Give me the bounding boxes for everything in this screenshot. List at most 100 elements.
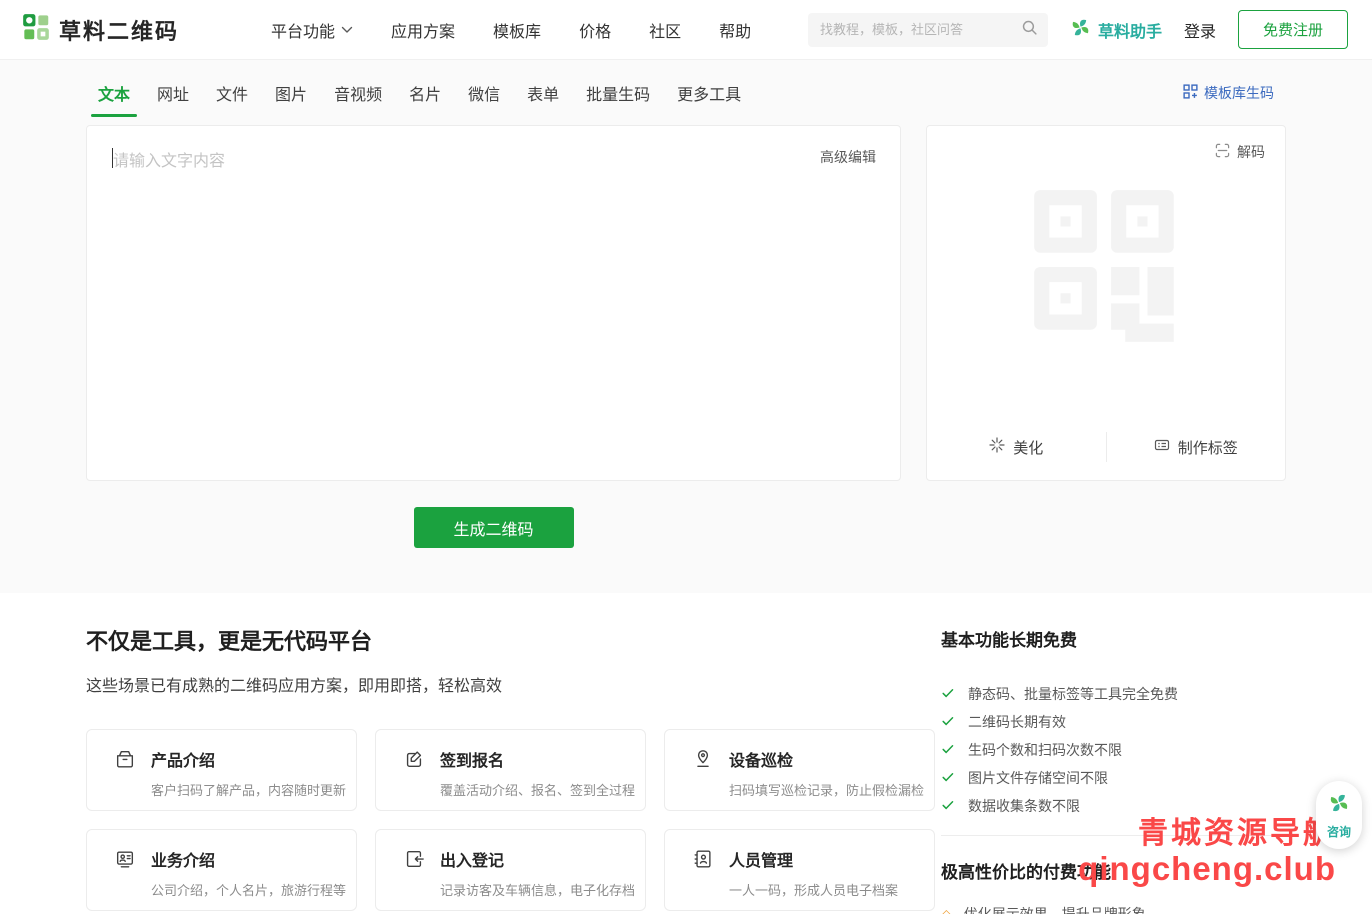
- pinwheel-icon: [1070, 17, 1091, 43]
- main-nav: 平台功能 应用方案 模板库 价格 社区 帮助: [271, 18, 751, 42]
- tab-url[interactable]: 网址: [157, 71, 189, 115]
- consult-widget[interactable]: 咨询: [1316, 781, 1362, 849]
- brand-name: 草料二维码: [59, 14, 179, 46]
- tab-batch[interactable]: 批量生码: [586, 71, 650, 115]
- side-divider: [941, 835, 1286, 836]
- scene-title: 签到报名: [440, 747, 635, 771]
- qr-placeholder: [927, 126, 1285, 414]
- assistant-label: 草料助手: [1098, 18, 1162, 42]
- generator-section: 文本 网址 文件 图片 音视频 名片 微信 表单 批量生码 更多工具 模板库生码: [0, 60, 1372, 593]
- search-box[interactable]: [808, 13, 1048, 47]
- beautify-label: 美化: [1013, 437, 1043, 458]
- label-icon: [1154, 437, 1170, 457]
- nav-template-library[interactable]: 模板库: [493, 18, 541, 42]
- scene-card-signup[interactable]: 签到报名 覆盖活动介绍、报名、签到全过程: [375, 729, 646, 811]
- scene-title: 产品介绍: [151, 747, 346, 771]
- tab-image[interactable]: 图片: [275, 71, 307, 115]
- scene-title: 出入登记: [440, 847, 635, 871]
- scene-desc: 一人一码，形成人员电子档案: [729, 880, 898, 899]
- nav-label: 平台功能: [271, 18, 335, 42]
- free-feature-item: 生码个数和扫码次数不限: [941, 736, 1286, 764]
- free-feature-text: 生码个数和扫码次数不限: [968, 740, 1122, 760]
- diamond-icon: ◇: [941, 907, 952, 914]
- tab-wechat[interactable]: 微信: [468, 71, 500, 115]
- page: 草料二维码 平台功能 应用方案 模板库 价格 社区 帮助: [0, 0, 1372, 914]
- scene-title: 人员管理: [729, 847, 898, 871]
- make-label-label: 制作标签: [1178, 437, 1238, 458]
- decode-label: 解码: [1237, 142, 1265, 162]
- tab-form[interactable]: 表单: [527, 71, 559, 115]
- register-button[interactable]: 免费注册: [1238, 10, 1348, 49]
- text-input-card: 高级编辑: [86, 125, 901, 481]
- beautify-icon: [989, 437, 1005, 457]
- paid-feature-item: ◇ 优化展示效果，提升品牌形象: [941, 904, 1286, 914]
- content-textarea[interactable]: [87, 126, 900, 480]
- scene-card-inspection[interactable]: 设备巡检 扫码填写巡检记录，防止假检漏检: [664, 729, 935, 811]
- template-generate-label: 模板库生码: [1204, 83, 1274, 103]
- personnel-icon: [692, 848, 714, 870]
- scene-cards: 产品介绍 客户扫码了解产品，内容随时更新 签到报名: [86, 729, 901, 911]
- free-feature-text: 二维码长期有效: [968, 712, 1066, 732]
- tab-file[interactable]: 文件: [216, 71, 248, 115]
- search-icon[interactable]: [1021, 19, 1038, 41]
- nav-pricing[interactable]: 价格: [579, 18, 611, 42]
- paid-features-title: 极高性价比的付费功能: [941, 861, 1286, 885]
- header-right: 草料助手 登录 免费注册: [808, 10, 1348, 49]
- scene-desc: 扫码填写巡检记录，防止假检漏检: [729, 780, 924, 799]
- scene-desc: 公司介绍，个人名片，旅游行程等: [151, 880, 346, 899]
- check-icon: [941, 714, 955, 731]
- inspection-icon: [692, 748, 714, 770]
- assistant-link[interactable]: 草料助手: [1070, 17, 1162, 43]
- template-generate-link[interactable]: 模板库生码: [1183, 83, 1274, 103]
- scene-card-business[interactable]: 业务介绍 公司介绍，个人名片，旅游行程等: [86, 829, 357, 911]
- scene-desc: 覆盖活动介绍、报名、签到全过程: [440, 780, 635, 799]
- beautify-button[interactable]: 美化: [927, 414, 1106, 480]
- scene-title: 业务介绍: [151, 847, 346, 871]
- scene-card-product[interactable]: 产品介绍 客户扫码了解产品，内容随时更新: [86, 729, 357, 811]
- tab-media[interactable]: 音视频: [334, 71, 382, 115]
- login-link[interactable]: 登录: [1184, 18, 1216, 42]
- free-feature-text: 数据收集条数不限: [968, 796, 1080, 816]
- qr-grid-icon: [1183, 84, 1198, 102]
- nav-help[interactable]: 帮助: [719, 18, 751, 42]
- check-icon: [941, 770, 955, 787]
- scan-frame-icon: [1215, 143, 1230, 161]
- features-block: 基本功能长期免费 静态码、批量标签等工具完全免费 二维码长期有效 生码个数和扫码…: [941, 629, 1286, 914]
- chevron-down-icon: [341, 21, 353, 39]
- pinwheel-icon: [1328, 792, 1350, 819]
- product-icon: [114, 748, 136, 770]
- brand-logo[interactable]: 草料二维码: [22, 13, 179, 46]
- promo-section: 不仅是工具，更是无代码平台 这些场景已有成熟的二维码应用方案，即用即搭，轻松高效…: [0, 593, 1372, 914]
- promo-subtitle: 这些场景已有成熟的二维码应用方案，即用即搭，轻松高效: [86, 672, 901, 696]
- free-feature-text: 图片文件存储空间不限: [968, 768, 1108, 788]
- check-icon: [941, 798, 955, 815]
- free-features-list: 静态码、批量标签等工具完全免费 二维码长期有效 生码个数和扫码次数不限 图片文件…: [941, 680, 1286, 820]
- scene-title: 设备巡检: [729, 747, 924, 771]
- qr-logo-icon: [22, 13, 50, 46]
- text-cursor: [112, 148, 113, 168]
- scene-card-personnel[interactable]: 人员管理 一人一码，形成人员电子档案: [664, 829, 935, 911]
- tab-text[interactable]: 文本: [98, 71, 130, 115]
- scenes-block: 不仅是工具，更是无代码平台 这些场景已有成熟的二维码应用方案，即用即搭，轻松高效…: [86, 629, 901, 914]
- free-feature-item: 二维码长期有效: [941, 708, 1286, 736]
- signup-icon: [403, 748, 425, 770]
- tab-more-tools[interactable]: 更多工具: [677, 71, 741, 115]
- header: 草料二维码 平台功能 应用方案 模板库 价格 社区 帮助: [0, 0, 1372, 60]
- search-input[interactable]: [820, 22, 1021, 37]
- business-icon: [114, 848, 136, 870]
- check-icon: [941, 686, 955, 703]
- qr-preview-card: 解码: [926, 125, 1286, 481]
- free-features-title: 基本功能长期免费: [941, 629, 1286, 653]
- make-label-button[interactable]: 制作标签: [1107, 414, 1286, 480]
- nav-platform-features[interactable]: 平台功能: [271, 18, 353, 42]
- scene-desc: 客户扫码了解产品，内容随时更新: [151, 780, 346, 799]
- paid-feature-text: 优化展示效果，提升品牌形象: [964, 904, 1146, 914]
- advanced-edit-link[interactable]: 高级编辑: [820, 147, 876, 167]
- tab-vcard[interactable]: 名片: [409, 71, 441, 115]
- scene-card-register[interactable]: 出入登记 记录访客及车辆信息，电子化存档: [375, 829, 646, 911]
- nav-community[interactable]: 社区: [649, 18, 681, 42]
- free-feature-item: 数据收集条数不限: [941, 792, 1286, 820]
- nav-solutions[interactable]: 应用方案: [391, 18, 455, 42]
- decode-link[interactable]: 解码: [1215, 142, 1265, 162]
- generate-qr-button[interactable]: 生成二维码: [414, 507, 574, 548]
